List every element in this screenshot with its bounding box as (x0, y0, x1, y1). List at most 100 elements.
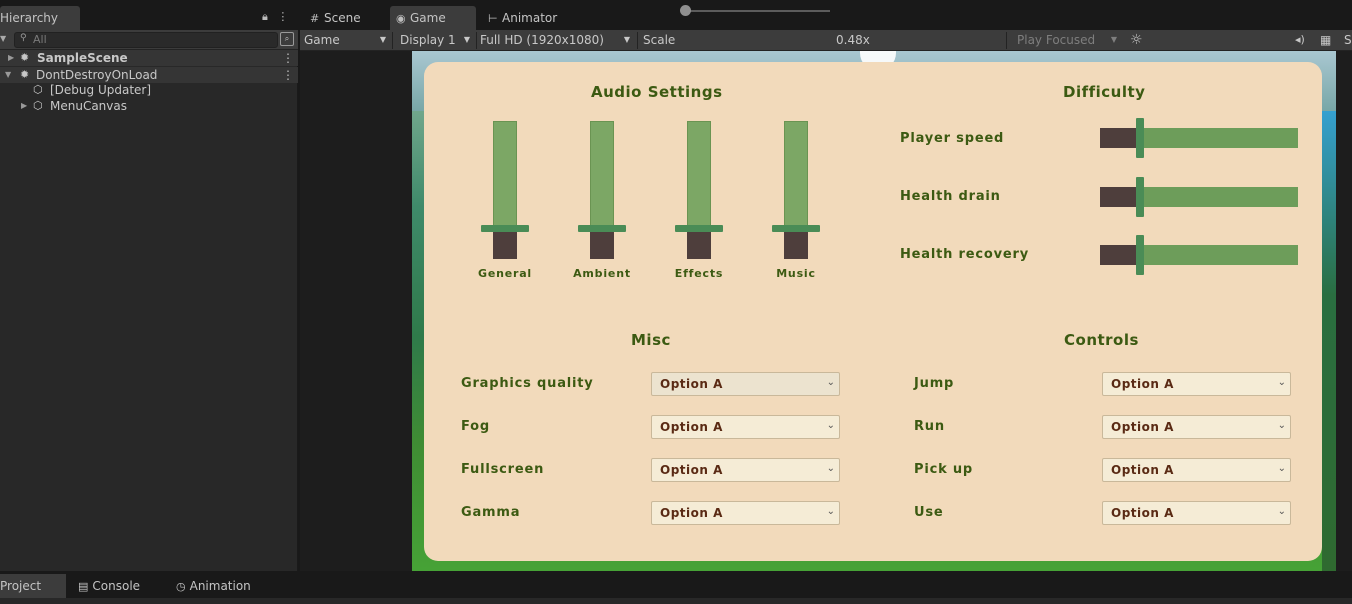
scale-slider-track[interactable] (686, 10, 830, 12)
tab-scene[interactable]: # Scene (304, 6, 388, 30)
create-dropdown-icon[interactable]: ▼ (0, 34, 6, 43)
scale-slider-handle[interactable] (680, 5, 691, 16)
bug-icon[interactable]: ☼ (1126, 30, 1143, 51)
slider-player-speed[interactable] (1100, 118, 1298, 158)
console-icon: ▤ (78, 580, 89, 593)
scale-label: Scale (643, 33, 676, 47)
slider-handle[interactable] (1136, 235, 1144, 275)
hierarchy-item-label: DontDestroyOnLoad (36, 68, 158, 82)
animator-icon: ⊢ (488, 12, 498, 25)
grid-icon: # (310, 12, 320, 25)
hierarchy-item-menucanvas[interactable]: ▶ ⬡ MenuCanvas (0, 98, 298, 114)
gamepad-icon: ◉ (396, 12, 406, 25)
resolution-label: Full HD (1920x1080) (480, 33, 604, 47)
tab-console[interactable]: ▤ Console (74, 574, 164, 598)
audio-settings-title: Audio Settings (591, 83, 723, 101)
slider-fill (1140, 187, 1298, 207)
fullscreen-dropdown[interactable]: Option A ⌄ (651, 458, 840, 482)
unity-scene-icon: ✹ (20, 51, 30, 64)
gameobject-cube-icon: ⬡ (33, 83, 43, 96)
tab-scene-label: Scene (324, 11, 361, 25)
project-panel-edge (0, 598, 1352, 604)
slider-handle[interactable] (675, 225, 723, 232)
misc-title: Misc (631, 331, 671, 349)
gamma-dropdown[interactable]: Option A ⌄ (651, 501, 840, 525)
more-options-icon[interactable]: ⋮ (277, 10, 288, 23)
run-label: Run (914, 419, 945, 434)
dropdown-value: Option A (1111, 377, 1174, 391)
run-dropdown[interactable]: Option A ⌄ (1102, 415, 1291, 439)
dropdown-value: Option A (660, 420, 723, 434)
tab-animation-label: Animation (189, 579, 251, 593)
hierarchy-item-samplescene[interactable]: ▶ ✹ SampleScene ⋮ (0, 50, 298, 66)
pick-up-label: Pick up (914, 462, 974, 477)
player-speed-label: Player speed (900, 131, 1005, 146)
pick-up-dropdown[interactable]: Option A ⌄ (1102, 458, 1291, 482)
lock-icon[interactable]: 🔒︎ (262, 10, 268, 23)
slider-health-drain[interactable] (1100, 177, 1298, 217)
tab-hierarchy[interactable]: Hierarchy (0, 6, 80, 30)
more-options-icon[interactable]: ⋮ (282, 50, 294, 66)
gameobject-cube-icon: ⬡ (33, 99, 43, 112)
chevron-down-icon: ⌄ (1277, 506, 1286, 517)
unity-scene-icon: ✹ (20, 68, 30, 81)
tab-animator-label: Animator (502, 11, 558, 25)
hierarchy-item-dontdestroyonload[interactable]: ▼ ✹ DontDestroyOnLoad ⋮ (0, 67, 298, 83)
slider-background (1100, 128, 1140, 148)
slider-music[interactable]: Music (772, 121, 820, 281)
tab-animator[interactable]: ⊢ Animator (482, 6, 572, 30)
slider-fill (493, 121, 517, 229)
slider-ambient[interactable]: Ambient (573, 121, 630, 281)
hierarchy-item-label: SampleScene (37, 51, 128, 65)
chevron-down-icon: ▼ (623, 35, 630, 44)
chevron-down-icon: ▼ (463, 35, 470, 44)
fog-dropdown[interactable]: Option A ⌄ (651, 415, 840, 439)
difficulty-title: Difficulty (1063, 83, 1146, 101)
hierarchy-search-input[interactable]: All (14, 32, 278, 48)
expand-arrow-icon[interactable]: ▶ (21, 98, 27, 114)
hierarchy-item-debug-updater[interactable]: ⬡ [Debug Updater] (0, 82, 298, 98)
tab-project[interactable]: Project (0, 574, 66, 598)
graphics-quality-label: Graphics quality (461, 376, 594, 391)
animation-clock-icon: ◷ (176, 580, 186, 593)
use-dropdown[interactable]: Option A ⌄ (1102, 501, 1291, 525)
slider-health-recovery[interactable] (1100, 235, 1298, 275)
settings-panel: Audio Settings General Ambient Effects M… (424, 62, 1322, 561)
divider (637, 32, 638, 49)
slider-background (1100, 187, 1140, 207)
scale-value: 0.48x (836, 33, 870, 47)
slider-handle[interactable] (772, 225, 820, 232)
view-mode-dropdown[interactable]: Game ▼ (300, 30, 390, 51)
view-mode-label: Game (304, 33, 340, 47)
play-mode-dropdown[interactable]: Play Focused ▼ (1013, 30, 1121, 51)
slider-handle[interactable] (1136, 118, 1144, 158)
tab-hierarchy-label: Hierarchy (0, 11, 59, 25)
resolution-dropdown[interactable]: Full HD (1920x1080) ▼ (476, 30, 634, 51)
chevron-down-icon: ⌄ (1277, 420, 1286, 431)
stats-icon[interactable]: ▦ (1316, 30, 1331, 51)
tab-game-label: Game (410, 11, 446, 25)
graphics-quality-dropdown[interactable]: Option A ⌄ (651, 372, 840, 396)
collapse-arrow-icon[interactable]: ▼ (5, 67, 11, 83)
expand-arrow-icon[interactable]: ▶ (8, 50, 14, 66)
scene-visibility-icon[interactable]: ⌕ (280, 32, 294, 46)
audio-mute-icon[interactable]: ◂) (1291, 30, 1305, 51)
slider-handle[interactable] (1136, 177, 1144, 217)
slider-handle[interactable] (481, 225, 529, 232)
more-options-icon[interactable]: ⋮ (282, 67, 294, 83)
slider-label: Music (776, 267, 816, 280)
tab-animation[interactable]: ◷ Animation (172, 574, 272, 598)
slider-effects[interactable]: Effects (675, 121, 723, 281)
slider-background (687, 229, 711, 259)
tab-game[interactable]: ◉ Game (390, 6, 476, 30)
slider-handle[interactable] (578, 225, 626, 232)
use-label: Use (914, 505, 944, 520)
chevron-down-icon: ⌄ (826, 463, 835, 474)
display-dropdown[interactable]: Display 1 ▼ (396, 30, 474, 51)
jump-label: Jump (914, 376, 955, 391)
hierarchy-tools: 🔒︎ ⋮ (262, 10, 288, 24)
gizmos-icon[interactable]: S (1340, 30, 1352, 51)
jump-dropdown[interactable]: Option A ⌄ (1102, 372, 1291, 396)
slider-general[interactable]: General (478, 121, 531, 281)
top-tab-bar: Hierarchy 🔒︎ ⋮ # Scene ◉ Game ⊢ Animator (0, 0, 1352, 30)
